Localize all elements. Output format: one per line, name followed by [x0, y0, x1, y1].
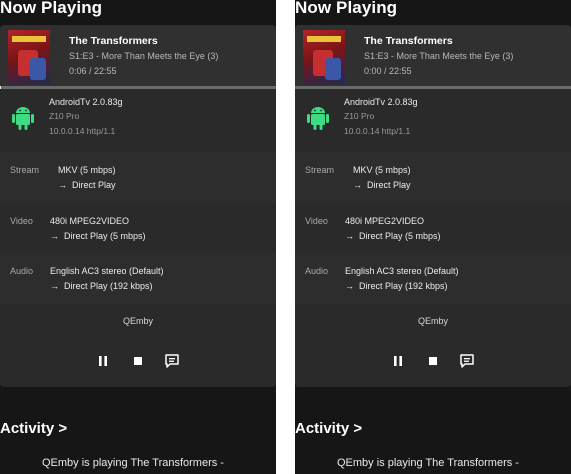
- audio-row: Audio English AC3 stereo (Default) → Dir…: [0, 253, 276, 305]
- media-poster: [8, 30, 50, 84]
- device-model: Z10 Pro: [344, 111, 375, 121]
- device-model: Z10 Pro: [49, 111, 80, 121]
- playback-controls: [295, 340, 571, 387]
- chevron-right-icon: >: [58, 420, 68, 437]
- stream-method: → Direct Play: [58, 180, 116, 190]
- session-card[interactable]: The Transformers S1:E3 - More Than Meets…: [0, 25, 276, 387]
- pause-button[interactable]: [94, 352, 112, 370]
- audio-value: English AC3 stereo (Default): [345, 266, 459, 276]
- arrow-icon: →: [50, 281, 59, 291]
- media-title: The Transformers: [364, 35, 453, 47]
- client-row: QEmby: [0, 304, 276, 341]
- video-row: Video 480i MPEG2VIDEO → Direct Play (5 m…: [295, 203, 571, 254]
- audio-value: English AC3 stereo (Default): [50, 266, 164, 276]
- audio-method: → Direct Play (192 kbps): [345, 281, 448, 291]
- pause-icon: [99, 356, 107, 366]
- video-value: 480i MPEG2VIDEO: [50, 216, 130, 226]
- client-name: QEmby: [122, 316, 153, 326]
- stream-value: MKV (5 mbps): [58, 165, 116, 175]
- activity-link[interactable]: Activity >: [0, 420, 67, 437]
- stop-icon: [134, 357, 142, 365]
- video-method: → Direct Play (5 mbps): [50, 231, 146, 241]
- stream-method: → Direct Play: [353, 180, 411, 190]
- message-icon: [460, 354, 474, 368]
- media-poster: [303, 30, 345, 84]
- device-app: AndroidTv 2.0.83g: [49, 97, 123, 107]
- media-title: The Transformers: [69, 35, 158, 47]
- episode-title: S1:E3 - More Than Meets the Eye (3): [364, 51, 514, 61]
- activity-entry: QEmby is playing The Transformers -: [337, 457, 519, 469]
- video-label: Video: [305, 216, 328, 226]
- message-icon: [165, 354, 179, 368]
- playback-time: 0:06 / 22:55: [69, 66, 117, 76]
- section-title: Now Playing: [0, 0, 103, 17]
- audio-method: → Direct Play (192 kbps): [50, 281, 153, 291]
- app-root: Now Playing The Transformers S1:E3 - Mor…: [0, 0, 571, 474]
- playback-time: 0:00 / 22:55: [364, 66, 412, 76]
- stop-button[interactable]: [424, 352, 442, 370]
- stream-value: MKV (5 mbps): [353, 165, 411, 175]
- arrow-icon: →: [58, 180, 67, 190]
- stream-label: Stream: [10, 165, 40, 175]
- android-icon: [307, 107, 329, 130]
- arrow-icon: →: [345, 231, 354, 241]
- audio-label: Audio: [305, 266, 329, 276]
- media-header[interactable]: The Transformers S1:E3 - More Than Meets…: [295, 25, 571, 86]
- activity-entry: QEmby is playing The Transformers -: [42, 457, 224, 469]
- send-message-button[interactable]: [458, 352, 476, 370]
- android-icon: [12, 107, 34, 130]
- audio-row: Audio English AC3 stereo (Default) → Dir…: [295, 253, 571, 305]
- device-address: 10.0.0.14 http/1.1: [344, 126, 411, 136]
- now-playing-panel: Now Playing The Transformers S1:E3 - Mor…: [295, 0, 571, 474]
- video-row: Video 480i MPEG2VIDEO → Direct Play (5 m…: [0, 203, 276, 254]
- audio-label: Audio: [10, 266, 34, 276]
- client-name: QEmby: [417, 316, 448, 326]
- stop-icon: [429, 357, 437, 365]
- stream-label: Stream: [305, 165, 335, 175]
- send-message-button[interactable]: [163, 352, 181, 370]
- section-title: Now Playing: [295, 0, 398, 17]
- stream-row: Stream MKV (5 mbps) → Direct Play: [0, 152, 276, 204]
- video-value: 480i MPEG2VIDEO: [345, 216, 425, 226]
- device-row: AndroidTv 2.0.83g Z10 Pro 10.0.0.14 http…: [295, 89, 571, 153]
- pause-button[interactable]: [389, 352, 407, 370]
- now-playing-panel: Now Playing The Transformers S1:E3 - Mor…: [0, 0, 276, 474]
- episode-title: S1:E3 - More Than Meets the Eye (3): [69, 51, 219, 61]
- pause-icon: [394, 356, 402, 366]
- session-card[interactable]: The Transformers S1:E3 - More Than Meets…: [295, 25, 571, 387]
- client-row: QEmby: [295, 304, 571, 341]
- chevron-right-icon: >: [353, 420, 363, 437]
- arrow-icon: →: [353, 180, 362, 190]
- device-row: AndroidTv 2.0.83g Z10 Pro 10.0.0.14 http…: [0, 89, 276, 153]
- video-label: Video: [10, 216, 33, 226]
- arrow-icon: →: [345, 281, 354, 291]
- stop-button[interactable]: [129, 352, 147, 370]
- activity-link[interactable]: Activity >: [295, 420, 362, 437]
- playback-controls: [0, 340, 276, 387]
- device-app: AndroidTv 2.0.83g: [344, 97, 418, 107]
- stream-row: Stream MKV (5 mbps) → Direct Play: [295, 152, 571, 204]
- device-address: 10.0.0.14 http/1.1: [49, 126, 116, 136]
- media-header[interactable]: The Transformers S1:E3 - More Than Meets…: [0, 25, 276, 86]
- video-method: → Direct Play (5 mbps): [345, 231, 441, 241]
- arrow-icon: →: [50, 231, 59, 241]
